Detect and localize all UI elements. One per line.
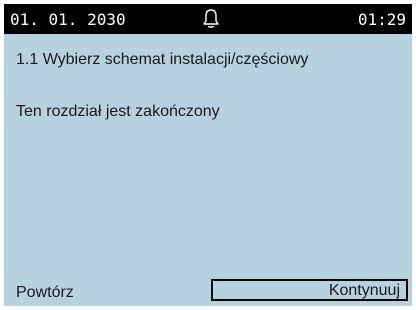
bell-icon — [202, 8, 220, 30]
status-date: 01. 01. 2030 — [10, 10, 126, 29]
status-time: 01:29 — [357, 10, 406, 29]
repeat-button[interactable]: Powtórz — [16, 284, 74, 302]
device-screen: 01. 01. 2030 01:29 1.1 Wybierz schemat i… — [0, 0, 416, 310]
content-panel: 1.1 Wybierz schemat instalacji/częściowy… — [4, 34, 412, 306]
status-message: Ten rozdział jest zakończony — [16, 103, 220, 120]
continue-button[interactable]: Kontynuuj — [211, 279, 408, 301]
status-bar: 01. 01. 2030 01:29 — [4, 4, 412, 34]
screen-title: 1.1 Wybierz schemat instalacji/częściowy — [16, 51, 309, 68]
